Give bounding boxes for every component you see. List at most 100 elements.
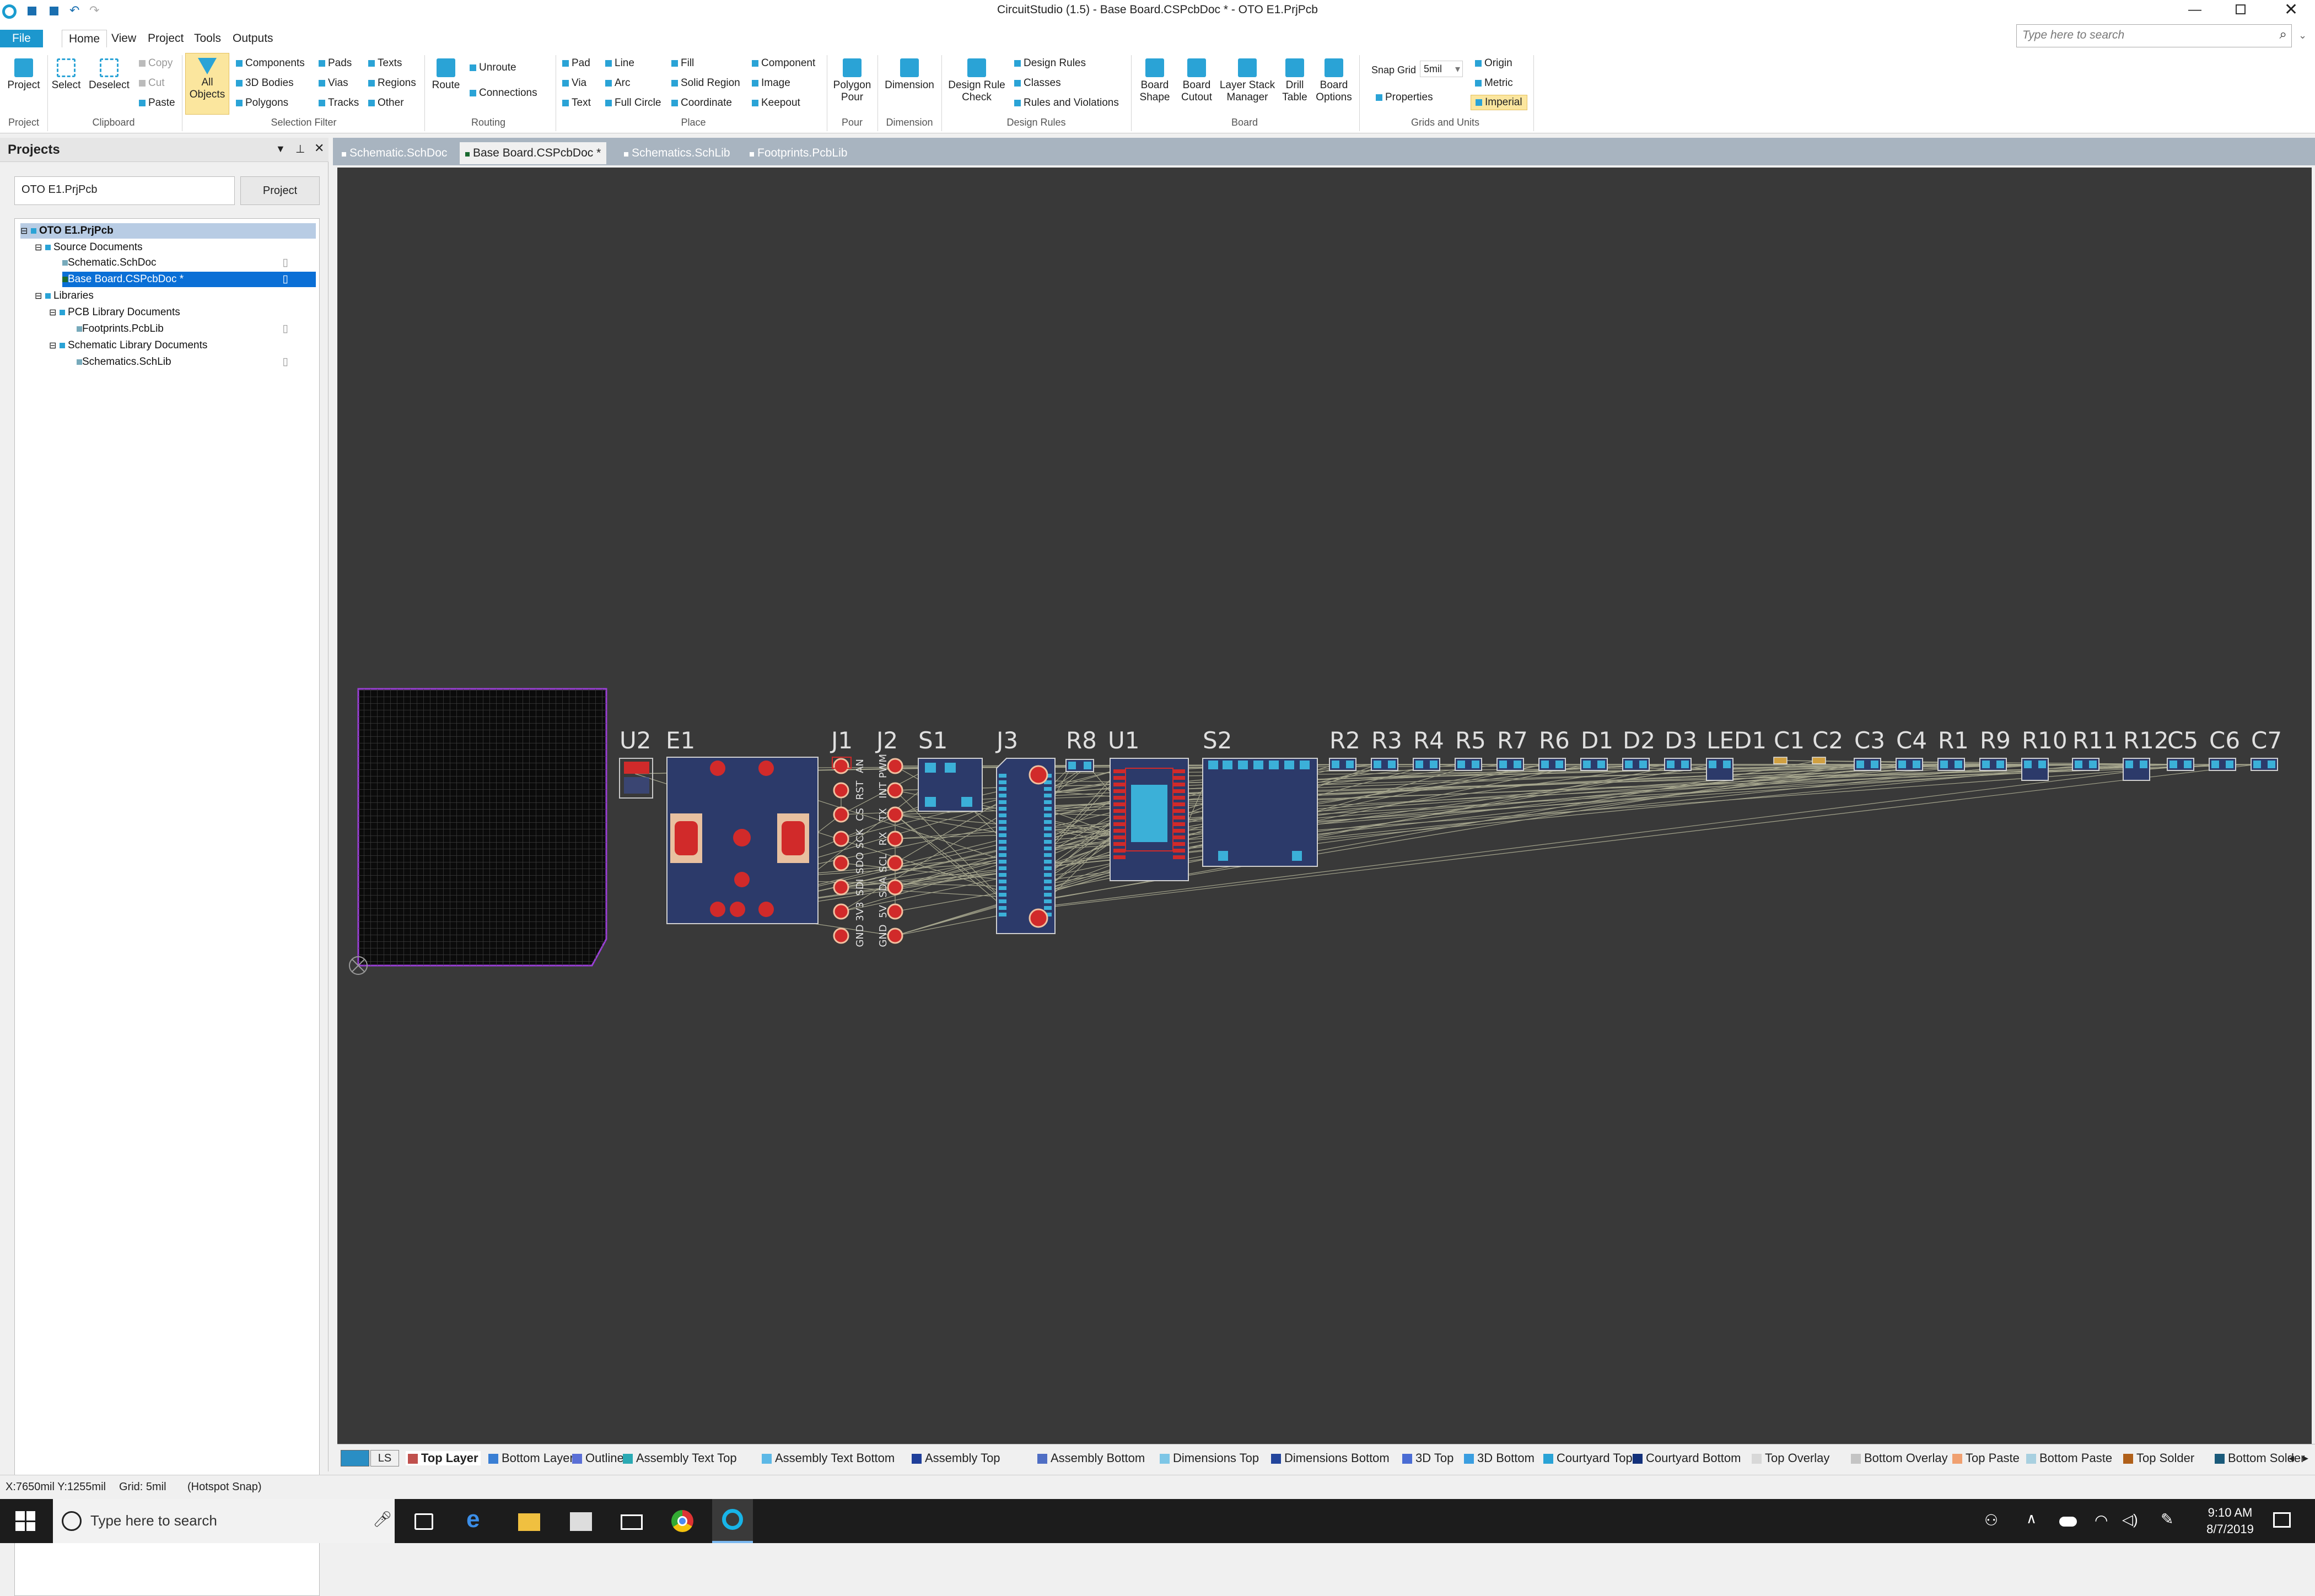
origin-button[interactable]: Origin: [1475, 57, 1512, 69]
place-full-circle[interactable]: Full Circle: [605, 97, 661, 109]
layer-tab[interactable]: 3D Top: [1402, 1451, 1453, 1465]
place-arc[interactable]: Arc: [605, 77, 631, 89]
tree-item-schematic[interactable]: Schematic.SchDoc ▯: [62, 255, 316, 271]
layer-scroll-right-icon[interactable]: ▸: [2303, 1451, 2308, 1465]
collapse-icon[interactable]: ⊟: [49, 308, 56, 317]
filter-pads[interactable]: Pads: [319, 57, 352, 69]
properties-button[interactable]: Properties: [1376, 91, 1433, 104]
tree-item-schematics-lib[interactable]: Schematics.SchLib ▯: [77, 354, 316, 370]
pcb-drawing[interactable]: AN PWM RST INT CS TX SCK RX SDO SCL SDI SDA 3V3 5V GND…: [337, 168, 2312, 1444]
filter-components[interactable]: Components: [236, 57, 305, 69]
layer-tab[interactable]: Bottom Layer: [488, 1451, 574, 1465]
tree-item-footprints[interactable]: Footprints.PcbLib ▯: [77, 321, 316, 337]
filter-regions[interactable]: Regions: [368, 77, 416, 89]
drill-table-button[interactable]: Drill Table: [1278, 58, 1312, 104]
pin-icon[interactable]: ⊥: [295, 142, 305, 156]
file-explorer-icon[interactable]: [518, 1513, 540, 1531]
store-icon[interactable]: [570, 1512, 592, 1531]
design-rule-check-button[interactable]: Design Rule Check: [945, 58, 1009, 104]
rules-violations-button[interactable]: Rules and Violations: [1014, 97, 1119, 109]
pen-icon[interactable]: ✎: [2161, 1510, 2173, 1528]
filter-texts[interactable]: Texts: [368, 57, 402, 69]
project-panel-button[interactable]: Project: [240, 176, 320, 205]
layer-tab[interactable]: Top Overlay: [1752, 1451, 1829, 1465]
collapse-icon[interactable]: ⊟: [49, 341, 56, 351]
search-input[interactable]: Type here to search: [2022, 29, 2124, 42]
layer-tab[interactable]: Bottom Paste: [2026, 1451, 2112, 1465]
tab-schematic-schdoc[interactable]: Schematic.SchDoc: [336, 142, 453, 164]
tree-item-base-board[interactable]: Base Board.CSPcbDoc * ▯: [62, 272, 316, 287]
pcb-canvas[interactable]: AN PWM RST INT CS TX SCK RX SDO SCL SDI SDA 3V3 5V GND…: [337, 168, 2312, 1444]
edge-icon[interactable]: e: [466, 1506, 488, 1533]
board-shape-button[interactable]: Board Shape: [1134, 58, 1175, 104]
microphone-icon[interactable]: 🎤︎: [373, 1510, 392, 1528]
layer-tab[interactable]: Bottom Overlay: [1851, 1451, 1948, 1465]
save-icon[interactable]: [28, 7, 36, 15]
dimension-button[interactable]: Dimension: [881, 58, 938, 91]
layer-tab[interactable]: Dimensions Top: [1160, 1451, 1259, 1465]
layer-tab[interactable]: Assembly Text Top: [623, 1451, 737, 1465]
panel-close-icon[interactable]: ✕: [314, 141, 324, 155]
tab-outputs[interactable]: Outputs: [233, 30, 273, 47]
chrome-icon[interactable]: [671, 1510, 693, 1532]
filter-tracks[interactable]: Tracks: [319, 97, 359, 109]
layer-tab[interactable]: 3D Bottom: [1464, 1451, 1535, 1465]
paste-button[interactable]: Paste: [139, 97, 175, 109]
layer-tab[interactable]: Top Layer: [406, 1451, 481, 1465]
layer-tab[interactable]: Assembly Top: [912, 1451, 1000, 1465]
save-all-icon[interactable]: [50, 7, 58, 15]
place-via[interactable]: Via: [562, 77, 586, 89]
tree-item-libraries[interactable]: ⊟ Libraries: [35, 288, 94, 304]
place-image[interactable]: Image: [752, 77, 790, 89]
task-view-icon[interactable]: [414, 1513, 433, 1530]
cut-button[interactable]: Cut: [139, 77, 165, 89]
layer-tab[interactable]: Top Solder: [2123, 1451, 2194, 1465]
filter-vias[interactable]: Vias: [319, 77, 348, 89]
tab-schematics-schlib[interactable]: Schematics.SchLib: [618, 142, 736, 164]
layer-tab[interactable]: Assembly Bottom: [1037, 1451, 1145, 1465]
design-rules-button[interactable]: Design Rules: [1014, 57, 1086, 69]
volume-icon[interactable]: ◁): [2122, 1511, 2138, 1528]
ribbon-options-icon[interactable]: ⌄: [2298, 30, 2307, 41]
board-outline[interactable]: [357, 688, 607, 967]
collapse-icon[interactable]: ⊟: [35, 243, 42, 252]
place-solid-region[interactable]: Solid Region: [671, 77, 740, 89]
undo-icon[interactable]: ↶: [69, 3, 79, 18]
collapse-icon[interactable]: ⊟: [20, 227, 28, 236]
layer-tab[interactable]: Courtyard Top: [1543, 1451, 1633, 1465]
unroute-button[interactable]: Unroute: [470, 62, 516, 74]
project-field[interactable]: OTO E1.PrjPcb: [14, 176, 235, 205]
search-icon[interactable]: ⌕: [2280, 27, 2287, 42]
route-button[interactable]: Route: [428, 58, 464, 91]
clock[interactable]: 9:10 AM 8/7/2019: [2192, 1505, 2269, 1538]
close-button[interactable]: ✕: [2284, 0, 2298, 19]
layer-color-swatch[interactable]: [341, 1450, 369, 1466]
components-layer[interactable]: AN PWM RST INT CS TX SCK RX SDO SCL SDI SDA 3V3 5V GND…: [619, 754, 2278, 947]
file-menu[interactable]: File: [0, 30, 43, 47]
connections-button[interactable]: Connections: [470, 87, 537, 99]
metric-button[interactable]: Metric: [1475, 77, 1513, 89]
place-pad[interactable]: Pad: [562, 57, 590, 69]
panel-menu-icon[interactable]: ▼: [276, 143, 286, 155]
tree-item-pcb-library-documents[interactable]: ⊟ PCB Library Documents: [49, 305, 180, 320]
tree-item-source-documents[interactable]: ⊟ Source Documents: [35, 240, 143, 255]
circuitstudio-taskbar-icon[interactable]: [712, 1499, 753, 1543]
people-icon[interactable]: ⚇: [1984, 1511, 1998, 1529]
tab-project[interactable]: Project: [148, 30, 184, 47]
all-objects-button[interactable]: All Objects: [185, 53, 229, 115]
taskbar-search-box[interactable]: Type here to search 🎤︎: [53, 1499, 395, 1543]
board-cutout-button[interactable]: Board Cutout: [1176, 58, 1217, 104]
tab-base-board[interactable]: Base Board.CSPcbDoc *: [460, 142, 607, 164]
layer-tab[interactable]: Dimensions Bottom: [1271, 1451, 1390, 1465]
filter-3d-bodies[interactable]: 3D Bodies: [236, 77, 294, 89]
place-component[interactable]: Component: [752, 57, 815, 69]
place-text[interactable]: Text: [562, 97, 591, 109]
layer-tab[interactable]: Top Paste: [1952, 1451, 2020, 1465]
tab-tools[interactable]: Tools: [194, 30, 221, 47]
board-options-button[interactable]: Board Options: [1314, 58, 1354, 104]
minimize-button[interactable]: —: [2188, 2, 2201, 18]
polygon-pour-button[interactable]: Polygon Pour: [830, 58, 874, 104]
place-coordinate[interactable]: Coordinate: [671, 97, 732, 109]
select-button[interactable]: Select: [50, 58, 83, 91]
tab-footprints-pcblib[interactable]: Footprints.PcbLib: [744, 142, 853, 164]
